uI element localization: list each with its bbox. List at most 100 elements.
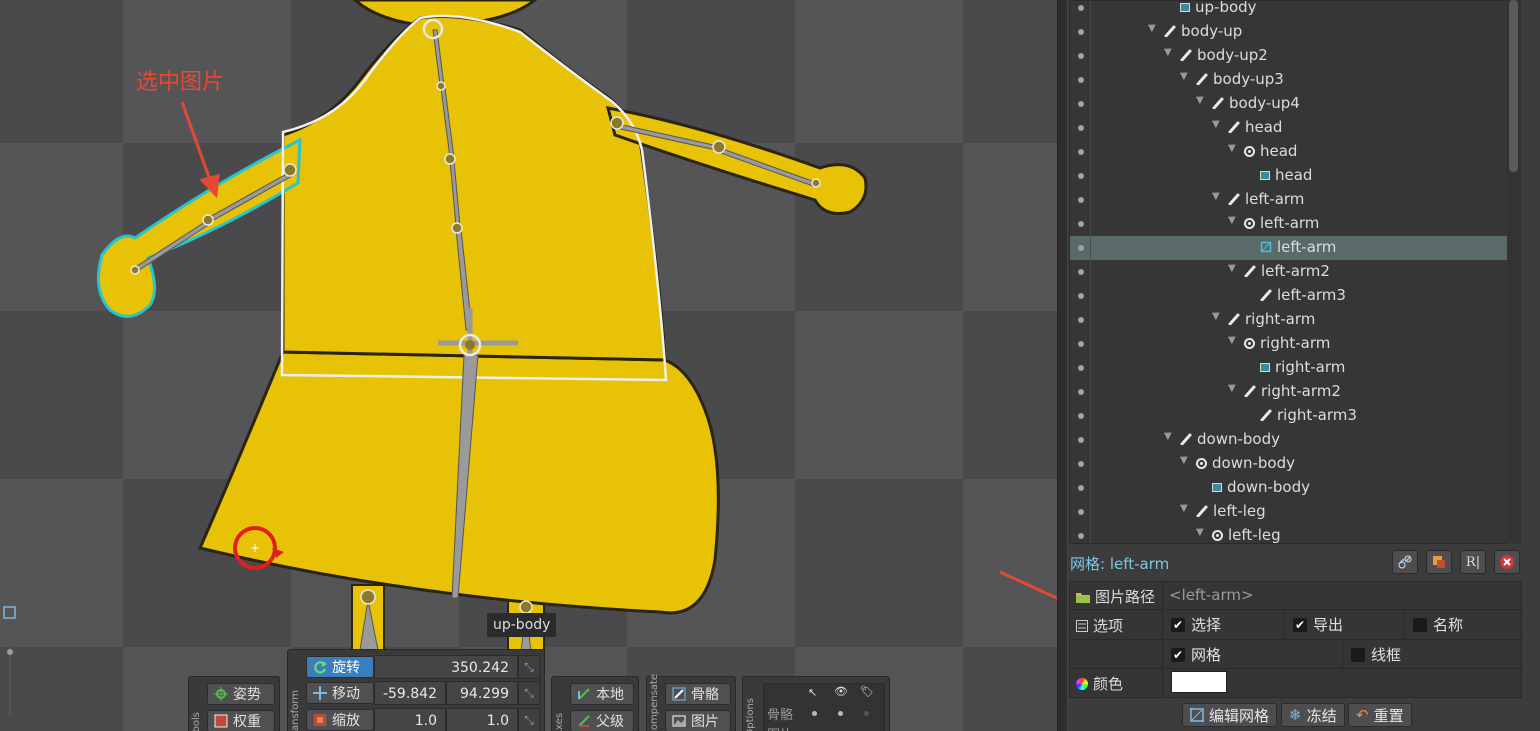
visibility-dot[interactable] bbox=[1078, 29, 1084, 35]
visibility-dot[interactable] bbox=[1078, 365, 1084, 371]
tree-item[interactable]: ▼ down-body bbox=[1070, 452, 1508, 476]
expand-arrow-icon[interactable]: ▼ bbox=[1228, 143, 1236, 154]
translate-link-icon[interactable]: ⤡ bbox=[518, 681, 540, 705]
visibility-dot[interactable] bbox=[1078, 485, 1084, 491]
visibility-dot[interactable] bbox=[1078, 533, 1084, 539]
paint-button[interactable] bbox=[1426, 550, 1452, 574]
canvas-viewport[interactable]: 选中图片 up-body Tools 姿势 权重 Transform 旋转 35… bbox=[0, 0, 1057, 731]
tree-item[interactable]: ▼ left-arm bbox=[1070, 212, 1508, 236]
visibility-dot[interactable] bbox=[1078, 5, 1084, 11]
visibility-dot[interactable] bbox=[1078, 221, 1084, 227]
expand-arrow-icon[interactable]: ▼ bbox=[1228, 263, 1236, 274]
delete-button[interactable] bbox=[1494, 550, 1520, 574]
tree-item[interactable]: ▼ head bbox=[1070, 140, 1508, 164]
image-path-field[interactable]: <left-arm> bbox=[1169, 586, 1254, 604]
expand-arrow-icon[interactable]: ▼ bbox=[1180, 71, 1188, 82]
reset-button[interactable]: ↶ 重置 bbox=[1348, 703, 1412, 727]
expand-arrow-icon[interactable]: ▼ bbox=[1164, 47, 1172, 58]
visibility-dot[interactable] bbox=[1078, 341, 1084, 347]
expand-arrow-icon[interactable]: ▼ bbox=[1228, 215, 1236, 226]
expand-arrow-icon[interactable]: ▼ bbox=[1228, 335, 1236, 346]
tree-item[interactable]: ▼ left-leg bbox=[1070, 524, 1508, 543]
hierarchy-tree[interactable]: up-body ▼ body-up ▼ body-up2 ▼ body-up3 ▼ body-u… bbox=[1069, 0, 1521, 544]
tree-scrollbar-thumb[interactable] bbox=[1509, 0, 1518, 172]
scale-y-field[interactable]: 1.0 bbox=[446, 708, 518, 731]
tree-item[interactable]: ▼ right-arm2 bbox=[1070, 380, 1508, 404]
mesh-checkbox[interactable]: ✔ 网格 bbox=[1171, 644, 1221, 665]
scale-x-field[interactable]: 1.0 bbox=[374, 708, 446, 731]
tree-item[interactable]: right-arm bbox=[1070, 356, 1508, 380]
tree-item[interactable]: ▼ body-up3 bbox=[1070, 68, 1508, 92]
local-axes-button[interactable]: 本地 bbox=[570, 683, 634, 705]
bones-select-toggle[interactable] bbox=[812, 711, 817, 716]
tree-item[interactable]: ▼ left-arm2 bbox=[1070, 260, 1508, 284]
tree-item[interactable]: ▼ right-arm bbox=[1070, 308, 1508, 332]
scale-link-icon[interactable]: ⤡ bbox=[518, 708, 540, 731]
scale-button[interactable]: 缩放 bbox=[306, 709, 374, 731]
expand-arrow-icon[interactable]: ▼ bbox=[1164, 431, 1172, 442]
expand-arrow-icon[interactable]: ▼ bbox=[1228, 383, 1236, 394]
compensate-bones-button[interactable]: 骨骼 bbox=[665, 683, 731, 705]
visibility-dot[interactable] bbox=[1078, 173, 1084, 179]
visibility-dot[interactable] bbox=[1078, 437, 1084, 443]
tree-item[interactable]: left-arm3 bbox=[1070, 284, 1508, 308]
expand-arrow-icon[interactable]: ▼ bbox=[1148, 23, 1156, 34]
freeze-button[interactable]: ❄ 冻结 bbox=[1281, 703, 1345, 727]
export-checkbox[interactable]: ✔ 导出 bbox=[1293, 614, 1343, 635]
visibility-dot[interactable] bbox=[1078, 461, 1084, 467]
bones-name-toggle[interactable] bbox=[864, 711, 869, 716]
tree-item[interactable]: ▼ left-arm bbox=[1070, 188, 1508, 212]
visibility-dot[interactable] bbox=[1078, 293, 1084, 299]
visibility-dot[interactable] bbox=[1078, 269, 1084, 275]
rename-button[interactable]: R| bbox=[1460, 550, 1486, 574]
tree-item[interactable]: left-arm bbox=[1070, 236, 1508, 260]
rotate-link-icon[interactable]: ⤡ bbox=[518, 655, 540, 679]
tree-item[interactable]: ▼ left-leg bbox=[1070, 500, 1508, 524]
compensate-images-button[interactable]: 图片 bbox=[665, 710, 731, 731]
panel-splitter[interactable] bbox=[1057, 0, 1068, 731]
select-checkbox[interactable]: ✔ 选择 bbox=[1171, 614, 1221, 635]
visibility-dot[interactable] bbox=[1078, 101, 1084, 107]
wireframe-checkbox[interactable]: 线框 bbox=[1351, 644, 1401, 665]
tree-item[interactable]: ▼ body-up2 bbox=[1070, 44, 1508, 68]
expand-arrow-icon[interactable]: ▼ bbox=[1196, 527, 1204, 538]
expand-arrow-icon[interactable]: ▼ bbox=[1196, 95, 1204, 106]
visibility-dot[interactable] bbox=[1078, 77, 1084, 83]
rotate-value-field[interactable]: 350.242 bbox=[374, 655, 518, 679]
tree-item[interactable]: head bbox=[1070, 164, 1508, 188]
color-swatch[interactable] bbox=[1171, 671, 1227, 693]
tree-item[interactable]: ▼ down-body bbox=[1070, 428, 1508, 452]
rotate-button[interactable]: 旋转 bbox=[306, 656, 374, 678]
expand-arrow-icon[interactable]: ▼ bbox=[1212, 119, 1220, 130]
tree-item[interactable]: up-body bbox=[1070, 1, 1508, 20]
tree-item[interactable]: right-arm3 bbox=[1070, 404, 1508, 428]
visibility-dot[interactable] bbox=[1078, 149, 1084, 155]
tree-item[interactable]: ▼ head bbox=[1070, 116, 1508, 140]
expand-arrow-icon[interactable]: ▼ bbox=[1212, 311, 1220, 322]
name-checkbox[interactable]: 名称 bbox=[1413, 614, 1463, 635]
expand-arrow-icon[interactable]: ▼ bbox=[1180, 503, 1188, 514]
tree-item[interactable]: down-body bbox=[1070, 476, 1508, 500]
visibility-dot[interactable] bbox=[1078, 53, 1084, 59]
visibility-dot[interactable] bbox=[1078, 389, 1084, 395]
pose-button[interactable]: 姿势 bbox=[207, 683, 275, 705]
translate-x-field[interactable]: -59.842 bbox=[374, 681, 446, 705]
visibility-dot[interactable] bbox=[1078, 245, 1084, 251]
visibility-dot[interactable] bbox=[1078, 125, 1084, 131]
tree-item[interactable]: ▼ body-up4 bbox=[1070, 92, 1508, 116]
tree-item[interactable]: ▼ right-arm bbox=[1070, 332, 1508, 356]
link-button[interactable] bbox=[1392, 550, 1418, 574]
translate-y-field[interactable]: 94.299 bbox=[446, 681, 518, 705]
edit-mesh-button[interactable]: 编辑网格 bbox=[1182, 703, 1278, 727]
expand-arrow-icon[interactable]: ▼ bbox=[1212, 191, 1220, 202]
visibility-dot[interactable] bbox=[1078, 317, 1084, 323]
tree-item[interactable]: ▼ body-up bbox=[1070, 20, 1508, 44]
visibility-dot[interactable] bbox=[1078, 413, 1084, 419]
parent-axes-button[interactable]: 父级 bbox=[570, 710, 634, 731]
visibility-dot[interactable] bbox=[1078, 197, 1084, 203]
translate-button[interactable]: 移动 bbox=[306, 682, 374, 704]
expand-arrow-icon[interactable]: ▼ bbox=[1180, 455, 1188, 466]
visibility-dot[interactable] bbox=[1078, 509, 1084, 515]
bones-visible-toggle[interactable] bbox=[838, 711, 843, 716]
weights-button[interactable]: 权重 bbox=[207, 710, 275, 731]
